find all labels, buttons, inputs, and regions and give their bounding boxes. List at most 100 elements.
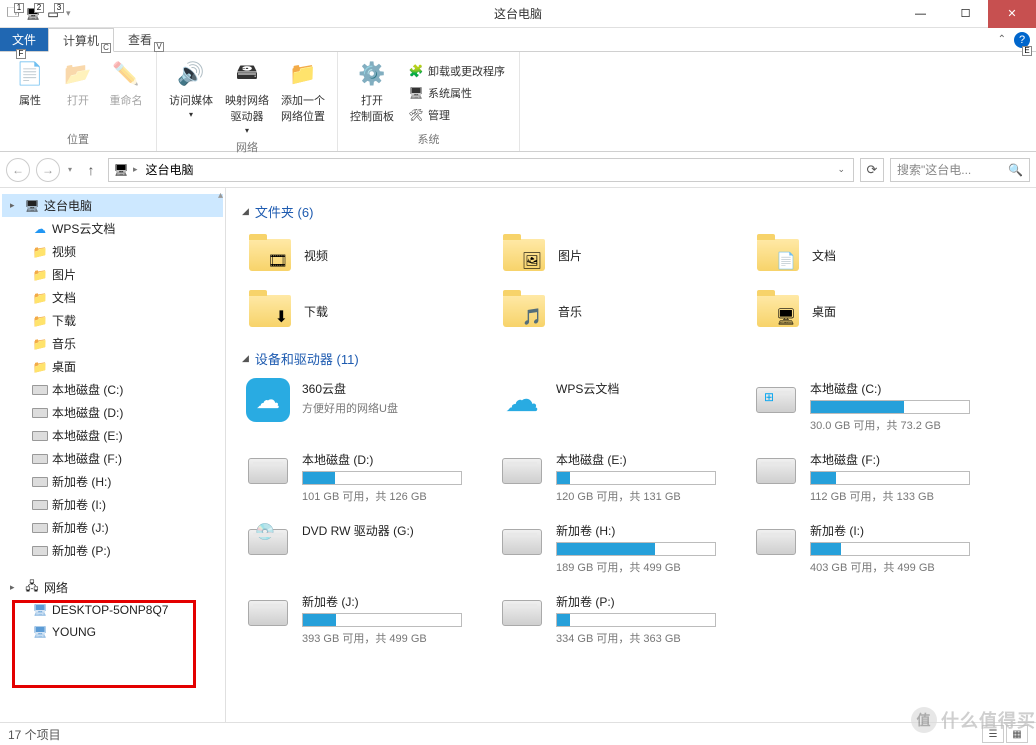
tree-item[interactable]: 桌面 [2, 355, 223, 378]
refresh-button[interactable]: ⟳ [860, 158, 884, 182]
drive-icon [498, 593, 546, 633]
content-pane[interactable]: ◢ 文件夹 (6) 🎞视频🖼图片📄文档 ⬇下载🎵音乐🖥桌面 ◢ 设备和驱动器 (1… [226, 188, 1036, 722]
address-row: ← → ▾ ↑ ▸ 这台电脑 ⌄ ⟳ 搜索"这台电... 🔍 [0, 152, 1036, 188]
drive-icon [752, 451, 800, 491]
quick-access-toolbar: 🗔1 🖥2 ▭3 ▾ [0, 5, 71, 23]
folder-item[interactable]: 🎞视频 [242, 231, 492, 279]
folder-item[interactable]: 📄文档 [750, 231, 1000, 279]
drive-icon [498, 451, 546, 491]
tree-network-item[interactable]: DESKTOP-5ONP8Q7 [2, 599, 223, 621]
map-drive-icon: 🖴 [231, 58, 263, 90]
drive-icon [244, 451, 292, 491]
drive-item[interactable]: 本地磁盘 (D:)101 GB 可用，共 126 GB [242, 449, 492, 506]
tree-item[interactable]: 文档 [2, 286, 223, 309]
ribbon-group-system: ⚙️ 打开 控制面板 🧩 卸载或更改程序 🖥 系统属性 🛠 管理 系统 [338, 52, 520, 151]
tree-item[interactable]: 本地磁盘 (D:) [2, 401, 223, 424]
address-dropdown[interactable]: ⌄ [833, 164, 849, 175]
ribbon-group-location: 📄 属性 📂 打开 ✏️ 重命名 位置 [0, 52, 157, 151]
properties-button[interactable]: 📄 属性 [8, 56, 52, 129]
sysprops-icon: 🖥 [408, 85, 424, 101]
add-location-button[interactable]: 📁 添加一个 网络位置 [277, 56, 329, 137]
pc-icon [113, 162, 129, 178]
drive-icon [752, 522, 800, 562]
navigation-tree[interactable]: ▴ ▸ 这台电脑 WPS云文档视频图片文档下载音乐桌面本地磁盘 (C:)本地磁盘… [0, 188, 226, 722]
open-button[interactable]: 📂 打开 [56, 56, 100, 129]
qat-dropdown[interactable]: ▾ [64, 8, 71, 19]
tree-item[interactable]: 新加卷 (I:) [2, 493, 223, 516]
folders-header[interactable]: ◢ 文件夹 (6) [242, 202, 1020, 221]
tab-file[interactable]: 文件 F [0, 28, 48, 51]
media-icon: 🔊 [175, 58, 207, 90]
drive-icon: ☁ [244, 380, 292, 420]
ribbon: 📄 属性 📂 打开 ✏️ 重命名 位置 🔊 访问媒体▾ 🖴 映射网络 驱动器▾ [0, 52, 1036, 152]
tab-view[interactable]: 查看 V [114, 28, 166, 51]
tree-item[interactable]: 视频 [2, 240, 223, 263]
tab-computer[interactable]: 计算机 C [48, 28, 114, 52]
qat-icon-1[interactable]: 🗔1 [4, 5, 22, 23]
folder-icon: 🎞 [246, 235, 294, 275]
drive-item[interactable]: 本地磁盘 (F:)112 GB 可用，共 133 GB [750, 449, 1000, 506]
tree-item[interactable]: 音乐 [2, 332, 223, 355]
tree-item[interactable]: 本地磁盘 (C:) [2, 378, 223, 401]
tree-item[interactable]: 新加卷 (H:) [2, 470, 223, 493]
maximize-button[interactable]: ☐ [943, 0, 988, 28]
ribbon-tabs: 文件 F 计算机 C 查看 V ⌃ ? E [0, 28, 1036, 52]
drive-item[interactable]: 新加卷 (J:)393 GB 可用，共 499 GB [242, 591, 492, 648]
drive-item[interactable]: 新加卷 (H:)189 GB 可用，共 499 GB [496, 520, 746, 577]
tree-item[interactable]: 新加卷 (P:) [2, 539, 223, 562]
titlebar: 🗔1 🖥2 ▭3 ▾ 这台电脑 — ☐ ✕ [0, 0, 1036, 28]
drive-item[interactable]: 💿DVD RW 驱动器 (G:) [242, 520, 492, 577]
address-bar[interactable]: ▸ 这台电脑 ⌄ [108, 158, 854, 182]
tree-root-pc[interactable]: ▸ 这台电脑 [2, 194, 223, 217]
tree-item[interactable]: 下载 [2, 309, 223, 332]
collapse-ribbon-icon[interactable]: ⌃ [998, 34, 1006, 45]
manage-icon: 🛠 [408, 107, 424, 123]
uninstall-button[interactable]: 🧩 卸载或更改程序 [402, 61, 511, 81]
drive-item[interactable]: 新加卷 (P:)334 GB 可用，共 363 GB [496, 591, 746, 648]
drive-item[interactable]: 本地磁盘 (E:)120 GB 可用，共 131 GB [496, 449, 746, 506]
address-segment[interactable]: 这台电脑 [142, 161, 198, 178]
tree-network[interactable]: ▸ 网络 [2, 576, 223, 599]
qat-icon-3[interactable]: ▭3 [44, 5, 62, 23]
tree-item[interactable]: WPS云文档 [2, 217, 223, 240]
history-dropdown[interactable]: ▾ [66, 165, 74, 174]
folder-item[interactable]: 🖼图片 [496, 231, 746, 279]
tree-scroll-up[interactable]: ▴ [218, 190, 223, 201]
group-label-location: 位置 [67, 129, 89, 149]
item-count: 17 个项目 [8, 726, 61, 743]
group-label-network: 网络 [236, 137, 258, 157]
open-icon: 📂 [62, 58, 94, 90]
map-drive-button[interactable]: 🖴 映射网络 驱动器▾ [221, 56, 273, 137]
search-input[interactable]: 搜索"这台电... 🔍 [890, 158, 1030, 182]
folder-item[interactable]: ⬇下载 [242, 287, 492, 335]
tree-item[interactable]: 图片 [2, 263, 223, 286]
minimize-button[interactable]: — [898, 0, 943, 28]
drives-header[interactable]: ◢ 设备和驱动器 (11) [242, 349, 1020, 368]
tree-network-item[interactable]: YOUNG [2, 621, 223, 643]
tree-item[interactable]: 本地磁盘 (E:) [2, 424, 223, 447]
tree-item[interactable]: 新加卷 (J:) [2, 516, 223, 539]
drive-item[interactable]: ☁360云盘方便好用的网络U盘 [242, 378, 492, 435]
system-properties-button[interactable]: 🖥 系统属性 [402, 83, 511, 103]
drive-item[interactable]: ☁WPS云文档 [496, 378, 746, 435]
folder-item[interactable]: 🎵音乐 [496, 287, 746, 335]
up-button[interactable]: ↑ [80, 159, 102, 181]
drive-item[interactable]: 新加卷 (I:)403 GB 可用，共 499 GB [750, 520, 1000, 577]
rename-button[interactable]: ✏️ 重命名 [104, 56, 148, 129]
access-media-button[interactable]: 🔊 访问媒体▾ [165, 56, 217, 137]
drive-icon: 💿 [244, 522, 292, 562]
folder-item[interactable]: 🖥桌面 [750, 287, 1000, 335]
qat-icon-2[interactable]: 🖥2 [24, 5, 42, 23]
tree-item[interactable]: 本地磁盘 (F:) [2, 447, 223, 470]
manage-button[interactable]: 🛠 管理 [402, 105, 511, 125]
watermark: 值什么值得买 [911, 707, 1036, 733]
drive-icon [498, 522, 546, 562]
drive-icon: ☁ [498, 380, 546, 420]
close-button[interactable]: ✕ [988, 0, 1036, 28]
properties-icon: 📄 [14, 58, 46, 90]
forward-button[interactable]: → [36, 158, 60, 182]
control-panel-button[interactable]: ⚙️ 打开 控制面板 [346, 56, 398, 129]
drive-grid: ☁360云盘方便好用的网络U盘☁WPS云文档⊞本地磁盘 (C:)30.0 GB … [242, 378, 1020, 648]
drive-item[interactable]: ⊞本地磁盘 (C:)30.0 GB 可用，共 73.2 GB [750, 378, 1000, 435]
back-button[interactable]: ← [6, 158, 30, 182]
